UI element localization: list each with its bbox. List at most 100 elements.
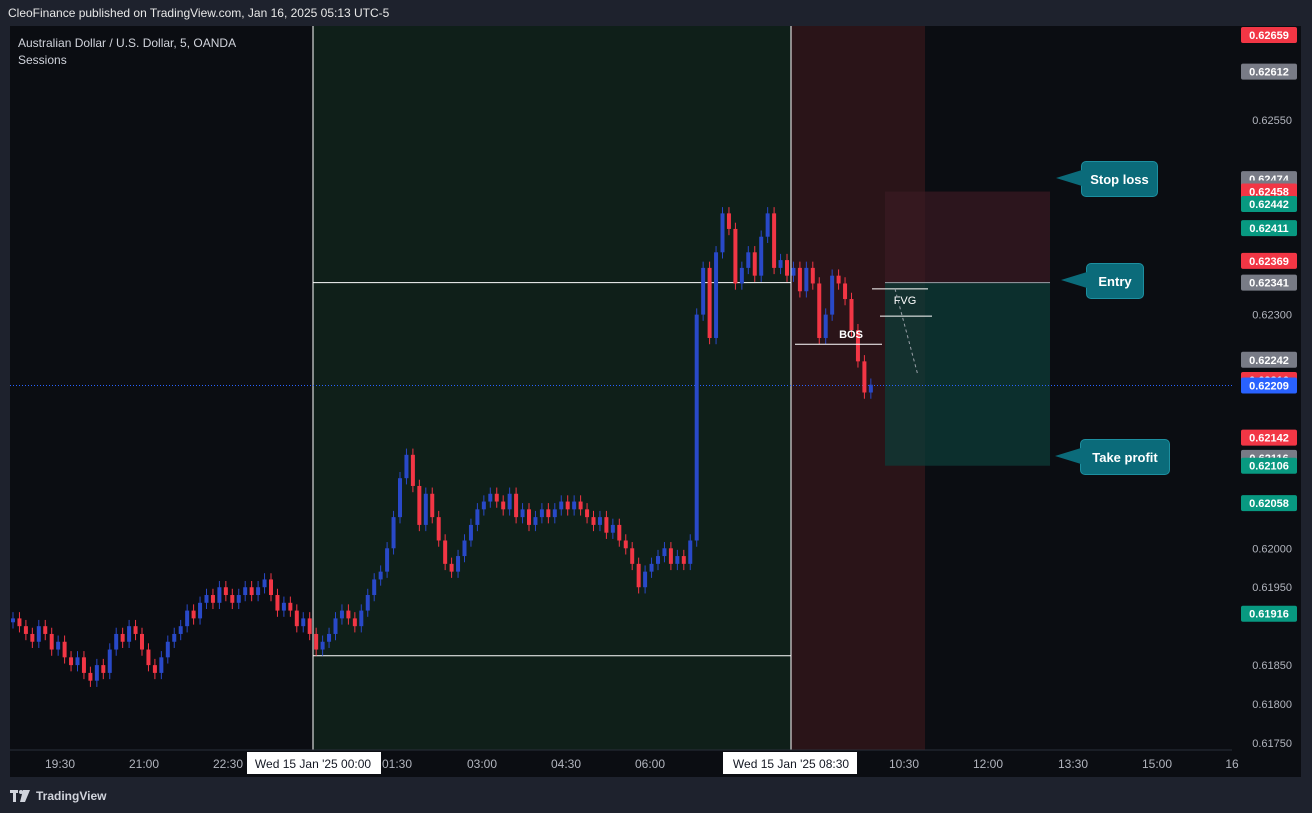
candle-body[interactable] (707, 267, 712, 338)
candle-body[interactable] (617, 524, 622, 541)
candle-body[interactable] (88, 672, 93, 681)
candle-body[interactable] (120, 633, 125, 642)
candle-body[interactable] (720, 213, 725, 253)
candle-body[interactable] (75, 657, 80, 666)
candle-body[interactable] (62, 641, 67, 658)
candle-body[interactable] (178, 626, 183, 634)
candle-body[interactable] (791, 267, 796, 276)
candle-body[interactable] (578, 501, 583, 510)
candle-body[interactable] (585, 509, 590, 518)
candle-body[interactable] (797, 267, 802, 292)
candle-body[interactable] (223, 587, 228, 596)
candle-body[interactable] (391, 517, 396, 549)
candle-body[interactable] (191, 610, 196, 619)
candle-body[interactable] (230, 595, 235, 603)
candle-body[interactable] (643, 571, 648, 588)
take-profit-callout[interactable]: Take profit (1055, 439, 1170, 476)
candle-body[interactable] (862, 361, 867, 393)
candle-body[interactable] (352, 618, 357, 627)
candle-body[interactable] (449, 563, 454, 572)
candle-body[interactable] (726, 213, 731, 229)
candle-body[interactable] (481, 501, 486, 510)
candle-body[interactable] (514, 493, 519, 518)
candle-body[interactable] (817, 283, 822, 338)
candle-body[interactable] (94, 665, 99, 681)
candle-body[interactable] (494, 493, 499, 502)
stop-loss-zone[interactable] (885, 191, 1050, 283)
candle-body[interactable] (778, 260, 783, 268)
candle-body[interactable] (572, 501, 577, 510)
candle-body[interactable] (533, 517, 538, 525)
candle-body[interactable] (301, 618, 306, 627)
candle-body[interactable] (552, 509, 557, 518)
candle-body[interactable] (378, 571, 383, 580)
candle-body[interactable] (410, 454, 415, 486)
candle-body[interactable] (636, 563, 641, 588)
candle-body[interactable] (288, 602, 293, 611)
candle-body[interactable] (314, 633, 319, 650)
candle-body[interactable] (507, 493, 512, 510)
candle-body[interactable] (443, 540, 448, 564)
candle-body[interactable] (456, 556, 461, 572)
candle-body[interactable] (307, 618, 312, 634)
candle-body[interactable] (539, 509, 544, 518)
candle-body[interactable] (165, 641, 170, 658)
candle-body[interactable] (836, 275, 841, 284)
candle-body[interactable] (843, 283, 848, 300)
candle-body[interactable] (185, 610, 190, 627)
candle-body[interactable] (675, 556, 680, 564)
candle-body[interactable] (217, 587, 222, 603)
candle-body[interactable] (810, 267, 815, 284)
candle-body[interactable] (436, 517, 441, 541)
candle-body[interactable] (333, 618, 338, 634)
candle-body[interactable] (198, 602, 203, 619)
candle-body[interactable] (739, 267, 744, 284)
candle-body[interactable] (417, 485, 422, 525)
candle-body[interactable] (868, 384, 873, 393)
candle-body[interactable] (694, 314, 699, 541)
candle-body[interactable] (275, 595, 280, 611)
candle-body[interactable] (243, 587, 248, 596)
candle-body[interactable] (688, 540, 693, 564)
candle-body[interactable] (752, 252, 757, 276)
candle-body[interactable] (204, 595, 209, 603)
candle-body[interactable] (430, 493, 435, 518)
candle-body[interactable] (501, 501, 506, 510)
candle-body[interactable] (681, 556, 686, 564)
candle-body[interactable] (701, 267, 706, 315)
candle-body[interactable] (43, 626, 48, 634)
candle-body[interactable] (591, 517, 596, 525)
entry-callout[interactable]: Entry (1061, 263, 1144, 300)
candle-body[interactable] (236, 595, 241, 603)
candle-body[interactable] (23, 626, 28, 634)
candle-body[interactable] (772, 213, 777, 268)
candle-body[interactable] (320, 641, 325, 650)
candle-body[interactable] (339, 610, 344, 619)
candle-body[interactable] (172, 633, 177, 642)
candle-body[interactable] (11, 618, 15, 623)
candle-body[interactable] (668, 548, 673, 564)
candle-body[interactable] (765, 213, 770, 237)
candle-body[interactable] (262, 579, 267, 588)
candle-body[interactable] (107, 649, 112, 673)
candle-body[interactable] (714, 252, 719, 338)
candle-body[interactable] (630, 548, 635, 564)
candle-body[interactable] (656, 556, 660, 564)
candle-body[interactable] (733, 228, 738, 284)
candle-body[interactable] (462, 540, 467, 557)
candle-body[interactable] (662, 548, 667, 557)
candle-body[interactable] (146, 649, 151, 666)
candle-body[interactable] (823, 314, 828, 338)
candle-body[interactable] (404, 454, 409, 479)
candle-body[interactable] (327, 633, 332, 642)
candle-body[interactable] (520, 509, 525, 518)
candle-body[interactable] (804, 267, 809, 292)
candle-body[interactable] (56, 641, 61, 650)
candle-body[interactable] (597, 517, 602, 525)
candle-body[interactable] (49, 633, 54, 650)
candle-body[interactable] (565, 501, 570, 510)
candle-body[interactable] (785, 260, 789, 276)
candle-body[interactable] (140, 633, 144, 650)
candle-body[interactable] (114, 633, 119, 650)
candle-body[interactable] (69, 657, 74, 666)
